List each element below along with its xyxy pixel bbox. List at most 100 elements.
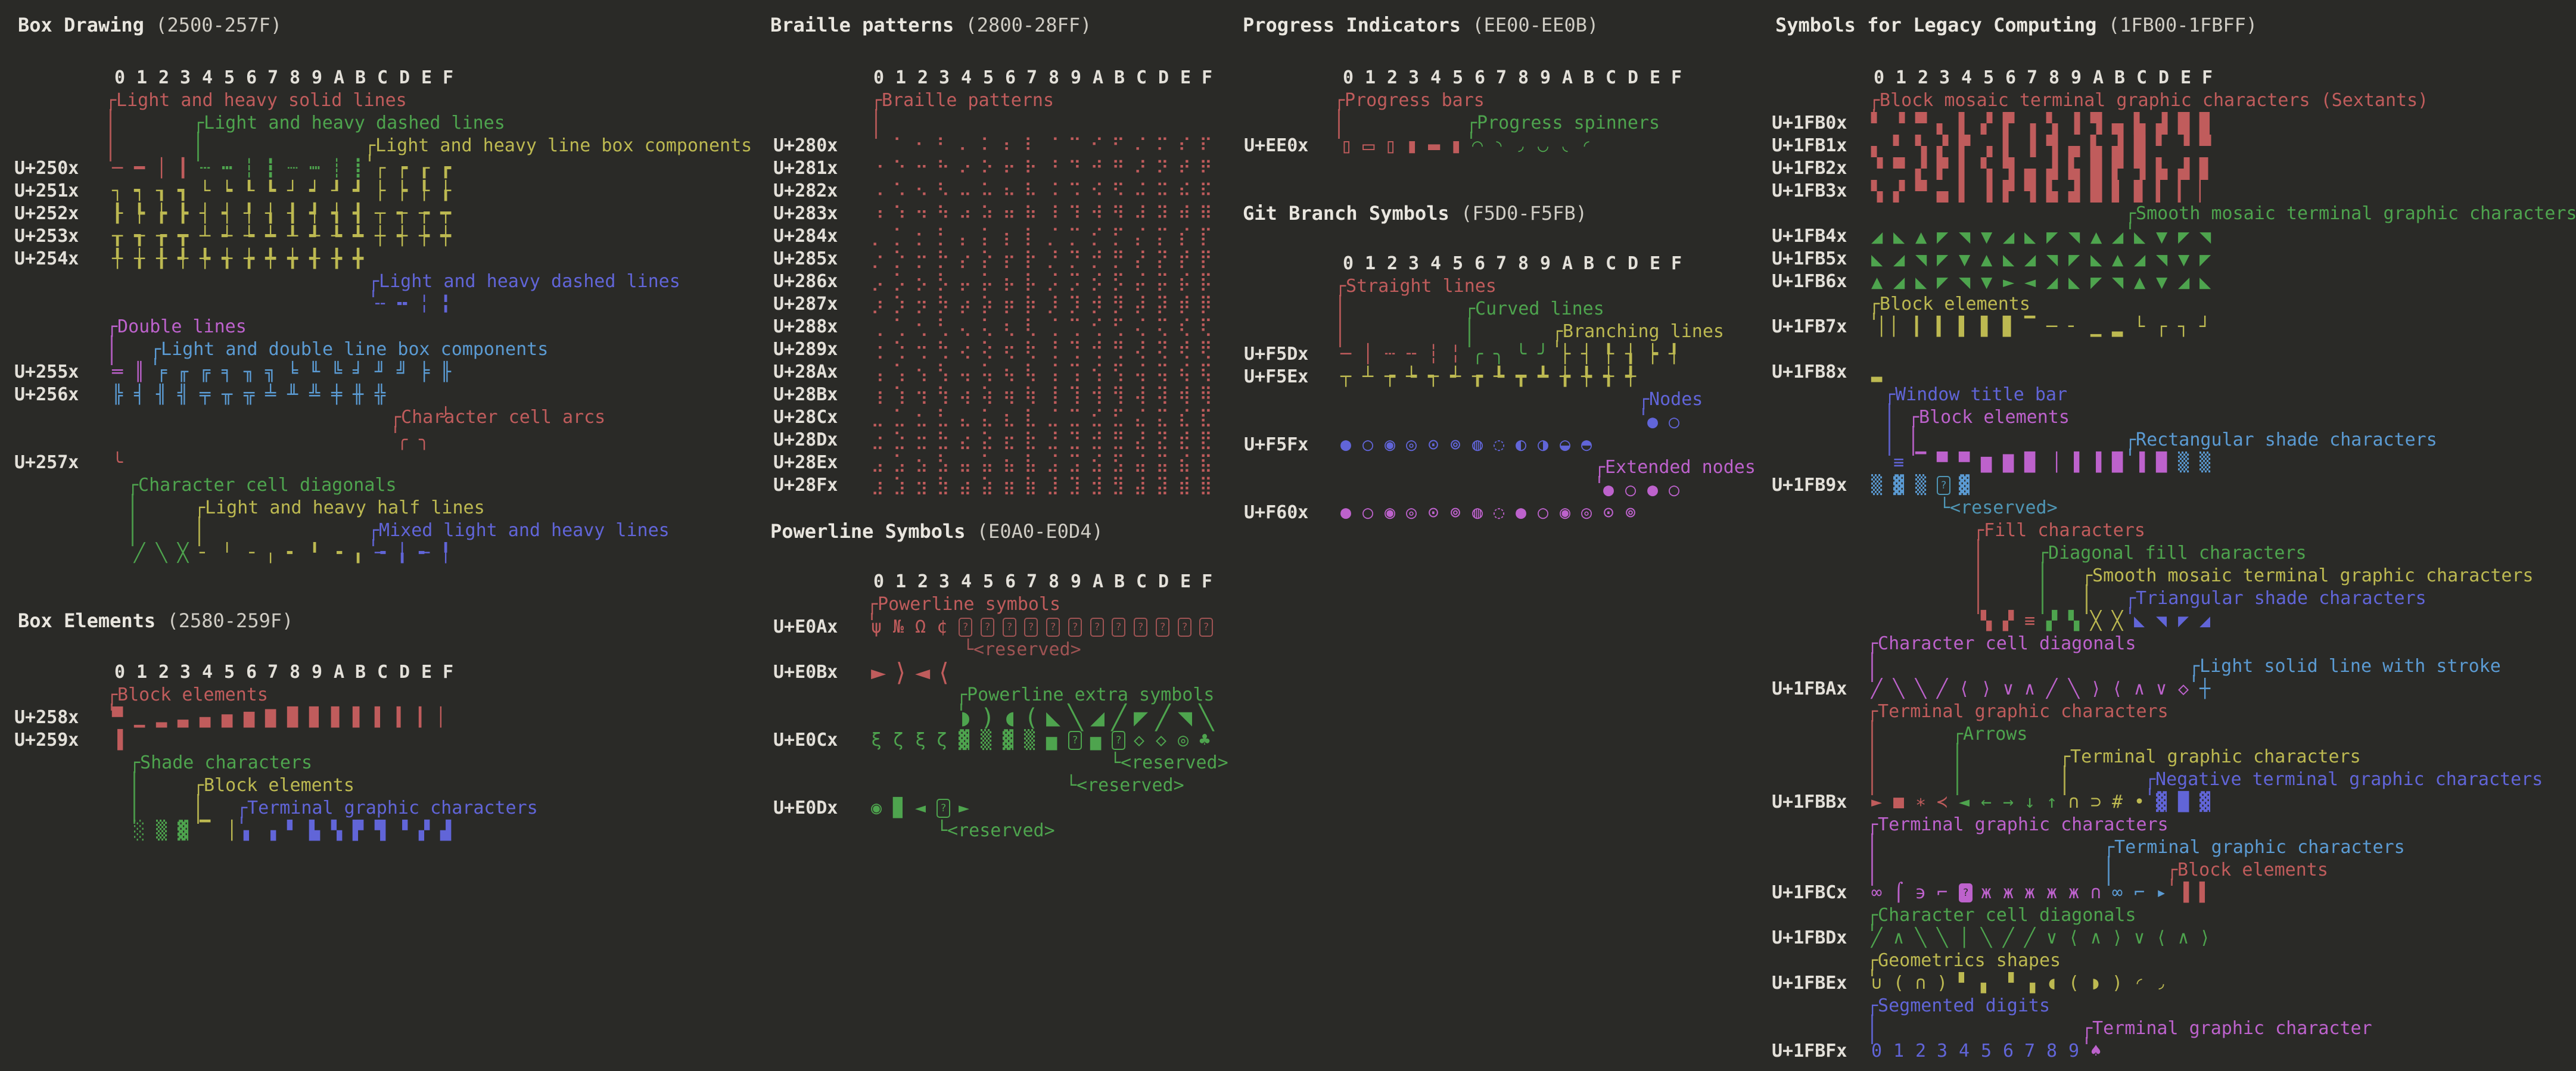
annotation-label: ┌Mixed light and heavy lines xyxy=(368,519,670,542)
glyph-cell: ⡡ xyxy=(893,270,906,293)
glyph-cell: ◣ xyxy=(2003,248,2014,270)
glyph-cell: ▚ xyxy=(2046,112,2058,135)
section-name: Git Branch Symbols xyxy=(1243,202,1449,225)
glyph-cell: ╾ xyxy=(419,542,430,565)
glyph-cell: ⡢ xyxy=(915,270,928,293)
glyph-cell: ◐ xyxy=(1516,434,1526,456)
glyph-cell: ┕ xyxy=(222,180,232,203)
glyph-cell: ╉ xyxy=(309,248,320,270)
glyph-cell: ◒ xyxy=(1560,434,1570,456)
glyph-cell: ◎ xyxy=(1581,502,1592,524)
hex-header-digit: A xyxy=(2093,67,2104,89)
hex-header-digit: D xyxy=(399,661,410,684)
glyph-cell: ⠕ xyxy=(981,157,994,180)
glyph-cell: ⡬ xyxy=(1134,270,1147,293)
glyph-cell: ╟ xyxy=(440,361,451,384)
glyph-cell: ▆ xyxy=(1981,452,1992,474)
hex-header-digit: C xyxy=(2136,67,2147,89)
glyph-cell: ⣦ xyxy=(1003,452,1016,474)
glyph-cell: ┺ xyxy=(1494,366,1504,388)
annotation-connector xyxy=(369,154,371,161)
glyph-cell: ⠣ xyxy=(937,180,950,203)
glyph-cell: ▓ xyxy=(178,820,188,842)
glyph-cell: ╢ xyxy=(156,384,167,406)
glyph-cell: ◣ xyxy=(1871,248,1883,270)
glyph-cell: ◤ xyxy=(1937,248,1948,270)
annotation-label: ┌Progress bars xyxy=(1334,89,1485,112)
glyph-cell: ▞ xyxy=(2003,610,2014,633)
glyph-cell: ◢ xyxy=(1871,225,1883,248)
glyph-cell: ╱ xyxy=(2046,678,2057,700)
hex-header-digit: E xyxy=(2180,67,2191,89)
hex-header-digit: 6 xyxy=(1005,571,1016,593)
glyph-cell: ⢚ xyxy=(1090,338,1103,361)
glyph-cell: ╚ xyxy=(331,361,342,384)
glyph-cell: ⢂ xyxy=(915,316,928,338)
glyph-cell: ∧ xyxy=(2178,927,2189,949)
glyph-cell: ◑ xyxy=(1538,434,1548,456)
annotation-label: ┌Braille patterns xyxy=(871,89,1054,112)
glyph-cell: ⡇ xyxy=(1024,225,1037,248)
row-label: U+E0Ax xyxy=(773,616,838,639)
glyph-cell: ░ xyxy=(134,820,145,842)
annotation-label: ┌Diagonal fill characters xyxy=(2037,542,2307,565)
glyph-cell: ◉ xyxy=(871,797,882,820)
glyph-cell: ⡵ xyxy=(981,293,994,316)
glyph-cell: ≺ xyxy=(1937,791,1947,814)
glyph-cell: ┸ xyxy=(287,225,298,248)
glyph-cell: ━ xyxy=(134,157,145,180)
glyph-cell: ◣ xyxy=(2024,225,2036,248)
glyph-cell: ▐ xyxy=(2090,452,2101,474)
hex-header-digit: 9 xyxy=(1540,67,1551,89)
glyph-cell: ▝ xyxy=(2003,972,2014,995)
annotation-label: ┌Terminal graphic characters xyxy=(237,797,538,820)
glyph-cell: ┭ xyxy=(397,203,407,225)
hex-header-digit: F xyxy=(1671,67,1682,89)
glyph-cell: ┳ xyxy=(1516,366,1526,388)
glyph-cell: ⣇ xyxy=(1024,406,1037,429)
glyph-cell: ⡷ xyxy=(1024,293,1037,316)
glyph-cell: ⡋ xyxy=(1112,225,1125,248)
glyph-cell: ⠵ xyxy=(981,203,994,225)
glyph-cell: Ω xyxy=(915,616,926,639)
glyph-cell: ⢻ xyxy=(1112,384,1125,406)
hex-header-digit: 4 xyxy=(961,571,972,593)
hex-header-digit: 8 xyxy=(1049,571,1059,593)
glyph-cell: ⣛ xyxy=(1112,429,1125,452)
annotation-label: ┌Smooth mosaic terminal graphic characte… xyxy=(2125,203,2576,225)
glyph-cell: ⡺ xyxy=(1090,293,1103,316)
glyph-cell: ◗ xyxy=(2090,972,2101,995)
glyph-cell: ◎ xyxy=(1406,502,1417,524)
glyph-cell: ( xyxy=(2068,972,2079,995)
hex-header-digit: 8 xyxy=(1518,253,1529,275)
glyph-cell: ⠙ xyxy=(1068,157,1081,180)
glyph-cell: ┶ xyxy=(244,225,254,248)
glyph-cell: ◢ xyxy=(2046,270,2058,293)
annotation-label: ┌Light and heavy solid lines xyxy=(105,89,407,112)
glyph-cell: ┍ xyxy=(397,157,407,180)
glyph-cell: ╔ xyxy=(200,361,210,384)
glyph-cell: ▌ xyxy=(2199,882,2210,904)
annotation-connector xyxy=(1912,426,1914,456)
glyph-cell: ╗ xyxy=(265,361,276,384)
glyph-cell: ╈ xyxy=(287,248,298,270)
glyph-cell: ┅ xyxy=(222,157,232,180)
glyph-cell: ┬ xyxy=(375,203,385,225)
glyph-cell: ⡳ xyxy=(937,293,950,316)
annotation-connector xyxy=(2042,562,2043,614)
glyph-cell: ▸ xyxy=(2156,882,2167,904)
glyph-cell: 6 xyxy=(2003,1040,2014,1063)
hex-header-digit: F xyxy=(443,67,453,89)
glyph-cell: ⢟ xyxy=(1199,338,1212,361)
hex-header-digit: 6 xyxy=(2005,67,2016,89)
row-label: U+1FB6x xyxy=(1772,270,1847,293)
hex-header-digit: 6 xyxy=(1474,253,1485,275)
glyph-cell: ◥ xyxy=(2046,248,2058,270)
glyph-cell: ⡨ xyxy=(1046,270,1059,293)
glyph-cell: ⡹ xyxy=(1068,293,1081,316)
annotation-label: ┌Character cell arcs xyxy=(390,406,605,429)
glyph-cell: ϶ xyxy=(1915,882,1926,904)
glyph-cell: ▗ xyxy=(2024,972,2035,995)
glyph-cell: ─ xyxy=(112,157,123,180)
glyph-cell: ▉ xyxy=(2199,112,2211,135)
